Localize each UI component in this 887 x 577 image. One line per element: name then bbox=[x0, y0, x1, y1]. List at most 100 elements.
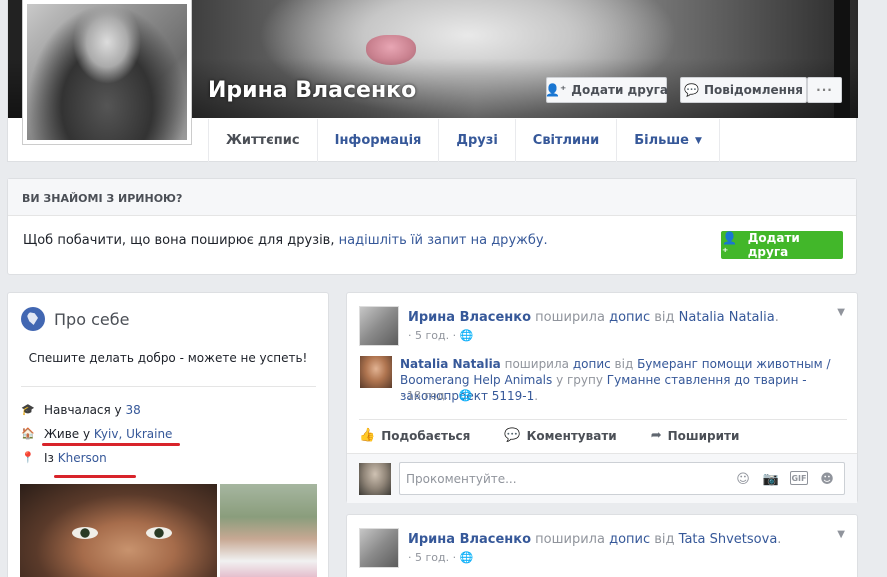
about-studied-text: Навчалася у 38 bbox=[44, 403, 141, 417]
school-link[interactable]: 38 bbox=[125, 403, 140, 417]
author-link[interactable]: Ирина Власенко bbox=[408, 532, 531, 547]
about-card: Про себе Спешите делать добро - можете н… bbox=[7, 292, 329, 577]
about-from: 📍 Із Kherson bbox=[21, 451, 107, 465]
about-studied: 🎓 Навчалася у 38 bbox=[21, 403, 141, 417]
post-meta: · 5 год. · 🌐 bbox=[408, 551, 474, 564]
prompt-text-body: Щоб побачити, що вона поширює для друзів… bbox=[23, 233, 339, 248]
post-action-text: поширила bbox=[531, 532, 610, 547]
about-lives: 🏠 Живе у Kyiv, Ukraine bbox=[21, 427, 172, 441]
feed-post: Ирина Власенко поширила допис від Natali… bbox=[346, 292, 858, 503]
tab-label: Друзі bbox=[456, 133, 498, 148]
photo-thumbnail[interactable] bbox=[220, 484, 317, 577]
add-friend-icon: 👤⁺ bbox=[722, 231, 737, 259]
prompt-text: Щоб побачити, що вона поширює для друзів… bbox=[23, 233, 548, 248]
comment-tools: ☺ 📷 GIF ☻ bbox=[734, 471, 836, 487]
friend-request-prompt: ВИ ЗНАЙОМІ З ИРИНОЮ? Щоб побачити, що во… bbox=[7, 178, 857, 275]
graduation-cap-icon: 🎓 bbox=[21, 403, 35, 416]
shared-text-period: . bbox=[534, 389, 539, 403]
camera-icon[interactable]: 📷 bbox=[762, 471, 780, 487]
more-options-button[interactable]: ··· bbox=[807, 77, 842, 103]
viewer-avatar bbox=[359, 463, 391, 495]
add-friend-green-button[interactable]: 👤⁺ Додати друга bbox=[721, 231, 843, 259]
tab-about[interactable]: Інформація bbox=[318, 119, 440, 162]
like-label: Подобається bbox=[381, 428, 471, 443]
globe-icon: 🌐 bbox=[459, 551, 474, 564]
location-pin-icon: 📍 bbox=[21, 451, 35, 464]
profile-name[interactable]: Ирина Власенко bbox=[208, 78, 416, 103]
about-title-text: Про себе bbox=[54, 309, 130, 329]
hometown-link[interactable]: Kherson bbox=[58, 451, 107, 465]
photo-eye-detail bbox=[72, 527, 98, 539]
red-underline-mark bbox=[54, 475, 136, 478]
add-friend-button[interactable]: 👤⁺ Додати друга bbox=[545, 77, 669, 103]
caret-down-icon: ▼ bbox=[695, 135, 702, 146]
chevron-down-icon[interactable]: ▼ bbox=[837, 307, 845, 318]
source-link[interactable]: Tata Shvetsova bbox=[679, 532, 778, 547]
source-link[interactable]: Natalia Natalia bbox=[679, 310, 775, 325]
add-friend-label: Додати друга bbox=[747, 231, 800, 259]
red-underline-mark bbox=[42, 443, 180, 446]
message-button[interactable]: 💬 Повідомлення bbox=[680, 77, 807, 103]
chevron-down-icon[interactable]: ▼ bbox=[837, 529, 845, 540]
divider bbox=[21, 386, 316, 387]
post-link[interactable]: допис bbox=[609, 532, 650, 547]
shared-group-text: у групу bbox=[552, 373, 607, 387]
photo-eye-detail bbox=[146, 527, 172, 539]
feed-post: Ирина Власенко поширила допис від Tata S… bbox=[346, 514, 858, 577]
timestamp[interactable]: 5 год. bbox=[415, 329, 449, 342]
timestamp[interactable]: 5 год. bbox=[415, 551, 449, 564]
like-button[interactable]: 👍 Подобається bbox=[359, 428, 470, 443]
tab-friends[interactable]: Друзі bbox=[439, 119, 516, 162]
about-studied-prefix: Навчалася у bbox=[44, 403, 126, 417]
tab-more[interactable]: Більше ▼ bbox=[617, 119, 720, 162]
author-link[interactable]: Ирина Власенко bbox=[408, 310, 531, 325]
shared-action-text: поширила bbox=[500, 357, 573, 371]
share-arrow-icon: ➦ bbox=[650, 428, 662, 443]
post-header-period: . bbox=[774, 310, 779, 325]
photo-thumbnail[interactable] bbox=[20, 484, 217, 577]
thumbs-up-icon: 👍 bbox=[359, 428, 376, 443]
gif-icon[interactable]: GIF bbox=[790, 471, 808, 485]
comment-icon: 💬 bbox=[504, 428, 521, 443]
send-friend-request-link[interactable]: надішліть їй запит на дружбу. bbox=[339, 233, 548, 248]
current-city-link[interactable]: Kyiv, Ukraine bbox=[94, 427, 173, 441]
about-from-prefix: Із bbox=[44, 451, 58, 465]
globe-icon: 🌐 bbox=[459, 329, 474, 342]
shared-post-meta: · 18 год. · 🌐 bbox=[400, 389, 473, 402]
post-meta: · 5 год. · 🌐 bbox=[408, 329, 474, 342]
author-avatar[interactable] bbox=[359, 306, 399, 346]
shared-post-link[interactable]: допис bbox=[573, 357, 611, 371]
shared-timestamp[interactable]: 18 год. bbox=[407, 389, 448, 402]
about-lives-text: Живе у Kyiv, Ukraine bbox=[44, 427, 172, 441]
about-title: Про себе bbox=[21, 307, 129, 331]
tab-photos[interactable]: Світлини bbox=[516, 119, 618, 162]
globe-icon: 🌐 bbox=[458, 389, 473, 402]
comment-placeholder: Прокоментуйте... bbox=[406, 472, 517, 486]
prompt-header: ВИ ЗНАЙОМІ З ИРИНОЮ? bbox=[8, 179, 856, 216]
comment-button[interactable]: 💬 Коментувати bbox=[504, 428, 616, 443]
post-link[interactable]: допис bbox=[609, 310, 650, 325]
shared-author-avatar[interactable] bbox=[360, 356, 392, 388]
post-actions: 👍 Подобається 💬 Коментувати ➦ Поширити bbox=[359, 428, 739, 443]
tab-label: Світлини bbox=[532, 133, 600, 148]
sticker-icon[interactable]: ☻ bbox=[818, 471, 836, 487]
about-from-text: Із Kherson bbox=[44, 451, 107, 465]
tab-timeline[interactable]: Життєпис bbox=[209, 119, 318, 162]
author-avatar[interactable] bbox=[359, 528, 399, 568]
about-bio: Спешите делать добро - можете не успеть! bbox=[28, 351, 308, 365]
share-button[interactable]: ➦ Поширити bbox=[651, 428, 740, 443]
profile-tabs: Життєпис Інформація Друзі Світлини Більш… bbox=[208, 119, 720, 162]
shared-from-text: від bbox=[610, 357, 638, 371]
message-label: Повідомлення bbox=[704, 83, 803, 97]
tab-label: Більше bbox=[634, 133, 689, 148]
post-header: Ирина Власенко поширила допис від Tata S… bbox=[408, 532, 781, 547]
comment-input[interactable]: Прокоментуйте... ☺ 📷 GIF ☻ bbox=[399, 462, 845, 495]
profile-picture[interactable] bbox=[22, 0, 192, 145]
emoji-icon[interactable]: ☺ bbox=[734, 471, 752, 487]
home-icon: 🏠 bbox=[21, 427, 35, 440]
add-friend-label: Додати друга bbox=[571, 83, 669, 97]
post-action-text: поширила bbox=[531, 310, 610, 325]
post-from-text: від bbox=[650, 310, 679, 325]
about-lives-prefix: Живе у bbox=[44, 427, 94, 441]
shared-author-link[interactable]: Natalia Natalia bbox=[400, 357, 501, 371]
